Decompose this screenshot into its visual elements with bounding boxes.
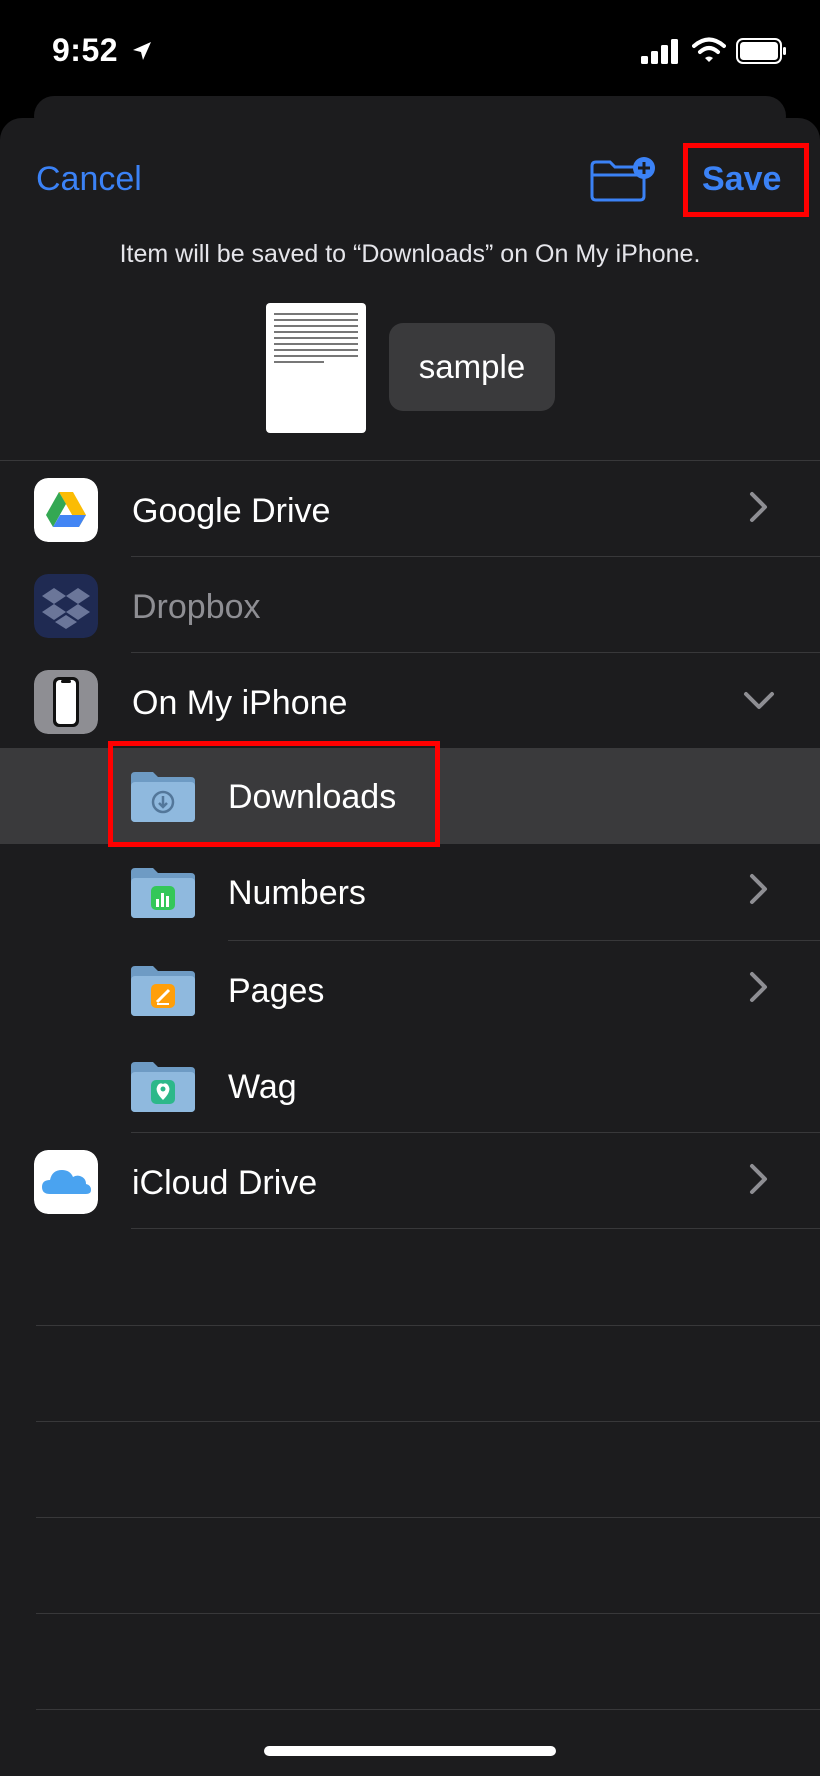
- location-label: Google Drive: [132, 492, 331, 530]
- file-name-field[interactable]: sample: [389, 323, 555, 411]
- location-arrow-icon: [133, 42, 151, 60]
- location-row-on-my-iphone[interactable]: On My iPhone: [0, 654, 820, 750]
- chevron-down-icon[interactable]: [742, 690, 776, 712]
- file-thumbnail: [266, 303, 366, 433]
- divider: [131, 556, 820, 557]
- divider: [36, 1421, 820, 1422]
- downloads-highlight-box: [108, 741, 440, 847]
- save-destination-text: Item will be saved to “Downloads” on On …: [119, 240, 701, 268]
- folder-row-pages[interactable]: Pages: [0, 942, 820, 1038]
- iphone-icon: [34, 670, 98, 734]
- location-label: On My iPhone: [132, 684, 348, 722]
- status-bar: 9:52: [0, 0, 820, 100]
- location-label: iCloud Drive: [132, 1164, 318, 1202]
- new-folder-icon[interactable]: [590, 156, 658, 202]
- pages-folder-icon: [131, 966, 195, 1016]
- divider: [36, 1613, 820, 1614]
- battery-icon: [736, 38, 786, 64]
- folder-label: Wag: [228, 1068, 297, 1106]
- location-row-dropbox: Dropbox: [0, 558, 820, 654]
- divider: [36, 1517, 820, 1518]
- divider: [131, 1132, 820, 1133]
- cellular-signal-icon: [641, 39, 678, 64]
- chevron-right-icon: [750, 972, 767, 1002]
- chevron-right-icon: [750, 1164, 767, 1194]
- divider: [228, 940, 820, 941]
- google-drive-icon: [34, 478, 98, 542]
- folder-label: Pages: [228, 972, 325, 1010]
- wifi-icon: [692, 37, 726, 62]
- icloud-icon: [34, 1150, 98, 1214]
- divider: [131, 1228, 820, 1229]
- divider: [0, 460, 820, 461]
- folder-row-wag[interactable]: Wag: [0, 1038, 820, 1134]
- location-label: Dropbox: [132, 588, 261, 626]
- divider: [36, 1709, 820, 1710]
- numbers-folder-icon: [131, 868, 195, 918]
- location-row-icloud-drive[interactable]: iCloud Drive: [0, 1134, 820, 1230]
- location-row-google-drive[interactable]: Google Drive: [0, 462, 820, 558]
- home-indicator: [264, 1746, 556, 1756]
- wag-folder-icon: [131, 1062, 195, 1112]
- divider: [131, 652, 820, 653]
- divider: [36, 1325, 820, 1326]
- folder-row-numbers[interactable]: Numbers: [0, 844, 820, 940]
- folder-label: Numbers: [228, 874, 366, 912]
- status-time: 9:52: [52, 32, 119, 68]
- cancel-button[interactable]: Cancel: [36, 160, 142, 199]
- save-button[interactable]: Save: [702, 160, 781, 199]
- chevron-right-icon: [750, 874, 767, 904]
- dropbox-icon: [34, 574, 98, 638]
- chevron-right-icon: [750, 492, 767, 522]
